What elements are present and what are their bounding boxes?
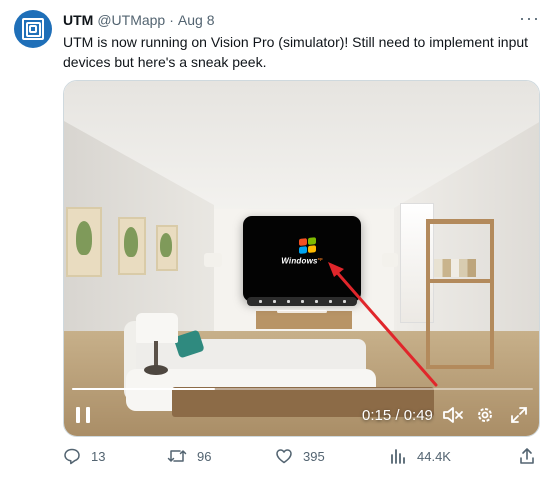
pause-icon[interactable] <box>76 407 90 423</box>
video-progress-fill <box>72 388 215 390</box>
more-horizontal-icon[interactable]: ··· <box>519 8 540 29</box>
retweet-button[interactable]: 96 <box>167 447 211 465</box>
like-icon <box>276 449 292 464</box>
video-time: 0:15 / 0:49 <box>362 407 433 424</box>
separator-dot: · <box>169 12 174 28</box>
tweet-header: UTM @UTMapp · Aug 8 <box>63 12 215 28</box>
tweet-actions: 13 96 395 44.4K <box>63 447 537 471</box>
reply-button[interactable]: 13 <box>63 447 105 465</box>
views-button[interactable]: 44.4K <box>389 447 451 465</box>
fullscreen-icon[interactable] <box>510 406 528 424</box>
retweet-count: 96 <box>197 448 212 464</box>
reply-count: 13 <box>91 448 106 464</box>
view-count: 44.4K <box>417 448 451 464</box>
video-progress-bar[interactable] <box>72 388 533 390</box>
retweet-icon <box>167 450 187 462</box>
annotation-arrow-icon <box>328 262 438 387</box>
like-button[interactable]: 395 <box>275 447 325 465</box>
mute-icon[interactable] <box>442 405 464 425</box>
views-icon <box>391 449 405 464</box>
avatar-logo-inner <box>29 25 37 33</box>
share-icon <box>520 448 534 464</box>
tweet-text: UTM is now running on Vision Pro (simula… <box>63 34 529 70</box>
author-handle[interactable]: @UTMapp <box>97 12 165 28</box>
share-button[interactable] <box>518 447 536 465</box>
video-player[interactable]: Windowsxp 0:15 / 0:49 <box>63 80 540 437</box>
reply-icon <box>64 448 80 465</box>
avatar[interactable] <box>14 10 52 48</box>
like-count: 395 <box>303 448 325 464</box>
gear-icon[interactable] <box>476 406 494 424</box>
tweet-date[interactable]: Aug 8 <box>178 12 215 28</box>
author-name[interactable]: UTM <box>63 12 93 28</box>
